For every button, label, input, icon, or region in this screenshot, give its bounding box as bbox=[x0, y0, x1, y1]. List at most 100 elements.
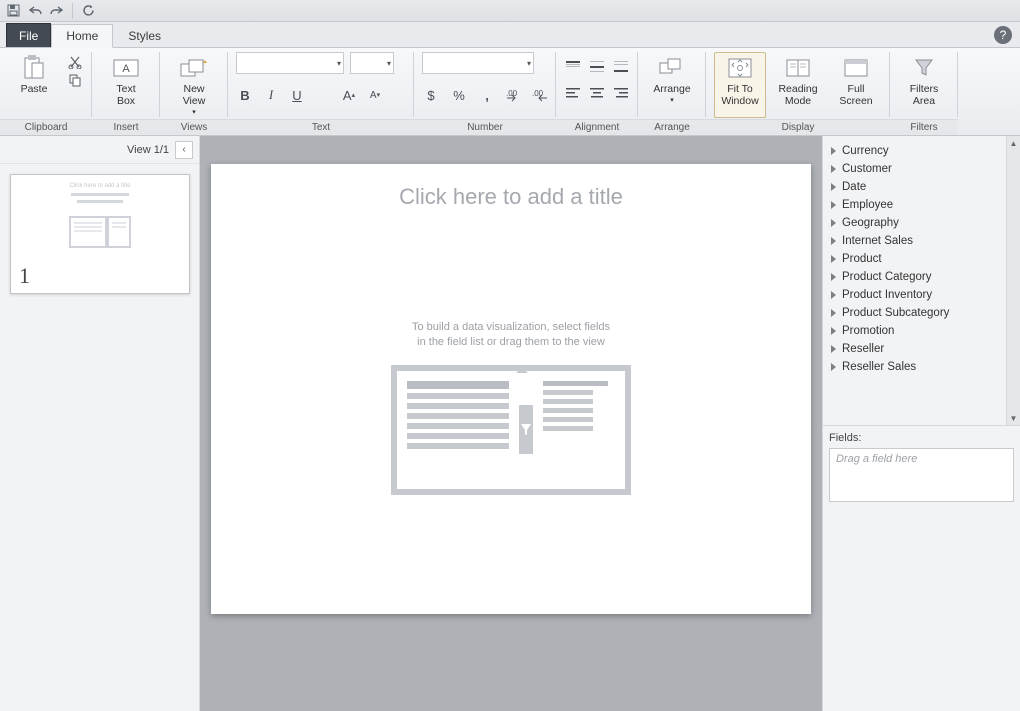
expand-icon[interactable] bbox=[831, 255, 836, 263]
field-item[interactable]: Product Category bbox=[825, 268, 1004, 286]
textbox-icon: A bbox=[112, 55, 140, 81]
undo-icon[interactable] bbox=[28, 4, 42, 18]
field-item[interactable]: Employee bbox=[825, 196, 1004, 214]
expand-icon[interactable] bbox=[831, 273, 836, 281]
expand-icon[interactable] bbox=[831, 345, 836, 353]
field-item[interactable]: Customer bbox=[825, 160, 1004, 178]
full-screen-icon bbox=[842, 55, 870, 81]
view-count-label: View 1/1 bbox=[127, 144, 169, 156]
increase-decimal-button[interactable]: .00 bbox=[532, 86, 548, 104]
reading-label: Reading Mode bbox=[778, 83, 817, 107]
tab-strip: File Home Styles ? bbox=[0, 22, 1020, 48]
expand-icon[interactable] bbox=[831, 219, 836, 227]
fontname-combo[interactable]: ▾ bbox=[236, 52, 344, 74]
funnel-icon bbox=[910, 55, 938, 81]
field-item[interactable]: Date bbox=[825, 178, 1004, 196]
text-group-label: Text bbox=[228, 119, 414, 135]
arrange-button[interactable]: Arrange ▾ bbox=[646, 52, 698, 118]
report-view[interactable]: Click here to add a title To build a dat… bbox=[211, 164, 811, 614]
textbox-button[interactable]: A Text Box bbox=[100, 52, 152, 118]
copy-icon[interactable] bbox=[66, 72, 84, 88]
field-item-label: Product bbox=[842, 253, 882, 265]
svg-text:.00: .00 bbox=[532, 89, 544, 98]
redo-icon[interactable] bbox=[50, 4, 64, 18]
field-item[interactable]: Product Inventory bbox=[825, 286, 1004, 304]
view-thumbnail[interactable]: Click here to add a title 1 bbox=[10, 174, 190, 294]
quick-access-toolbar bbox=[0, 0, 1020, 22]
fontsize-combo[interactable]: ▾ bbox=[350, 52, 394, 74]
help-icon[interactable]: ? bbox=[994, 26, 1012, 44]
paste-label: Paste bbox=[21, 83, 48, 95]
expand-icon[interactable] bbox=[831, 363, 836, 371]
title-placeholder[interactable]: Click here to add a title bbox=[399, 184, 623, 210]
styles-tab[interactable]: Styles bbox=[113, 23, 176, 47]
full-label: Full Screen bbox=[839, 83, 872, 107]
field-item-label: Reseller bbox=[842, 343, 884, 355]
paste-button[interactable]: Paste bbox=[8, 52, 60, 118]
numberformat-combo[interactable]: ▾ bbox=[422, 52, 534, 74]
canvas-help-text: To build a data visualization, select fi… bbox=[412, 320, 610, 351]
comma-button[interactable]: , bbox=[478, 86, 496, 104]
decrease-decimal-button[interactable]: .00 bbox=[506, 86, 522, 104]
field-item[interactable]: Reseller Sales bbox=[825, 358, 1004, 376]
canvas: Click here to add a title To build a dat… bbox=[200, 136, 822, 711]
expand-icon[interactable] bbox=[831, 309, 836, 317]
field-list[interactable]: ▲ ▼ Currency Customer Date EmployeeGeograph… bbox=[823, 136, 1020, 426]
fields-drop-zone[interactable]: Drag a field here bbox=[829, 448, 1014, 502]
view-navigator: View 1/1 ‹ Click here to add a title bbox=[0, 136, 200, 711]
expand-icon[interactable] bbox=[831, 165, 836, 173]
field-item[interactable]: Internet Sales bbox=[825, 232, 1004, 250]
field-item-label: Customer bbox=[842, 163, 892, 175]
field-item[interactable]: Currency bbox=[825, 142, 1004, 160]
currency-button[interactable]: $ bbox=[422, 86, 440, 104]
fit-to-window-button[interactable]: Fit To Window bbox=[714, 52, 766, 118]
cut-icon[interactable] bbox=[66, 54, 84, 70]
expand-icon[interactable] bbox=[831, 147, 836, 155]
expand-icon[interactable] bbox=[831, 237, 836, 245]
alignment-group-label: Alignment bbox=[556, 119, 638, 135]
expand-icon[interactable] bbox=[831, 183, 836, 191]
field-item[interactable]: Product bbox=[825, 250, 1004, 268]
shrink-font-button[interactable]: A▾ bbox=[366, 86, 384, 104]
field-item[interactable]: Promotion bbox=[825, 322, 1004, 340]
fields-drop-hint: Drag a field here bbox=[836, 453, 917, 465]
align-right-button[interactable] bbox=[612, 84, 630, 102]
visualization-placeholder[interactable] bbox=[391, 365, 631, 495]
expand-icon[interactable] bbox=[831, 327, 836, 335]
align-left-button[interactable] bbox=[564, 84, 582, 102]
scroll-up-icon[interactable]: ▲ bbox=[1007, 136, 1020, 150]
field-item[interactable]: Product Subcategory bbox=[825, 304, 1004, 322]
textbox-label: Text Box bbox=[116, 83, 135, 107]
newview-button[interactable]: New View ▾ bbox=[168, 52, 220, 118]
italic-button[interactable]: I bbox=[262, 86, 280, 104]
field-item-label: Reseller Sales bbox=[842, 361, 916, 373]
file-tab[interactable]: File bbox=[6, 23, 51, 47]
align-top-button[interactable] bbox=[564, 58, 582, 76]
expand-icon[interactable] bbox=[831, 291, 836, 299]
percent-button[interactable]: % bbox=[450, 86, 468, 104]
home-tab[interactable]: Home bbox=[51, 24, 113, 48]
field-item-label: Date bbox=[842, 181, 866, 193]
fit-window-icon bbox=[726, 55, 754, 81]
reading-mode-button[interactable]: Reading Mode bbox=[772, 52, 824, 118]
grow-font-button[interactable]: A▴ bbox=[340, 86, 358, 104]
refresh-icon[interactable] bbox=[81, 4, 95, 18]
main-area: View 1/1 ‹ Click here to add a title bbox=[0, 136, 1020, 711]
save-icon[interactable] bbox=[6, 4, 20, 18]
expand-icon[interactable] bbox=[831, 201, 836, 209]
field-item[interactable]: Geography bbox=[825, 214, 1004, 232]
filters-area-button[interactable]: Filters Area bbox=[898, 52, 950, 118]
align-middle-button[interactable] bbox=[588, 58, 606, 76]
underline-button[interactable]: U bbox=[288, 86, 306, 104]
align-bottom-button[interactable] bbox=[612, 58, 630, 76]
field-item[interactable]: Reseller bbox=[825, 340, 1004, 358]
insert-group-label: Insert bbox=[92, 119, 160, 135]
newview-icon bbox=[180, 55, 208, 81]
views-group-label: Views bbox=[160, 119, 228, 135]
collapse-navigator-button[interactable]: ‹ bbox=[175, 141, 193, 159]
full-screen-button[interactable]: Full Screen bbox=[830, 52, 882, 118]
field-list-scrollbar[interactable]: ▲ ▼ bbox=[1006, 136, 1020, 425]
bold-button[interactable]: B bbox=[236, 86, 254, 104]
align-center-button[interactable] bbox=[588, 84, 606, 102]
scroll-down-icon[interactable]: ▼ bbox=[1007, 411, 1020, 425]
